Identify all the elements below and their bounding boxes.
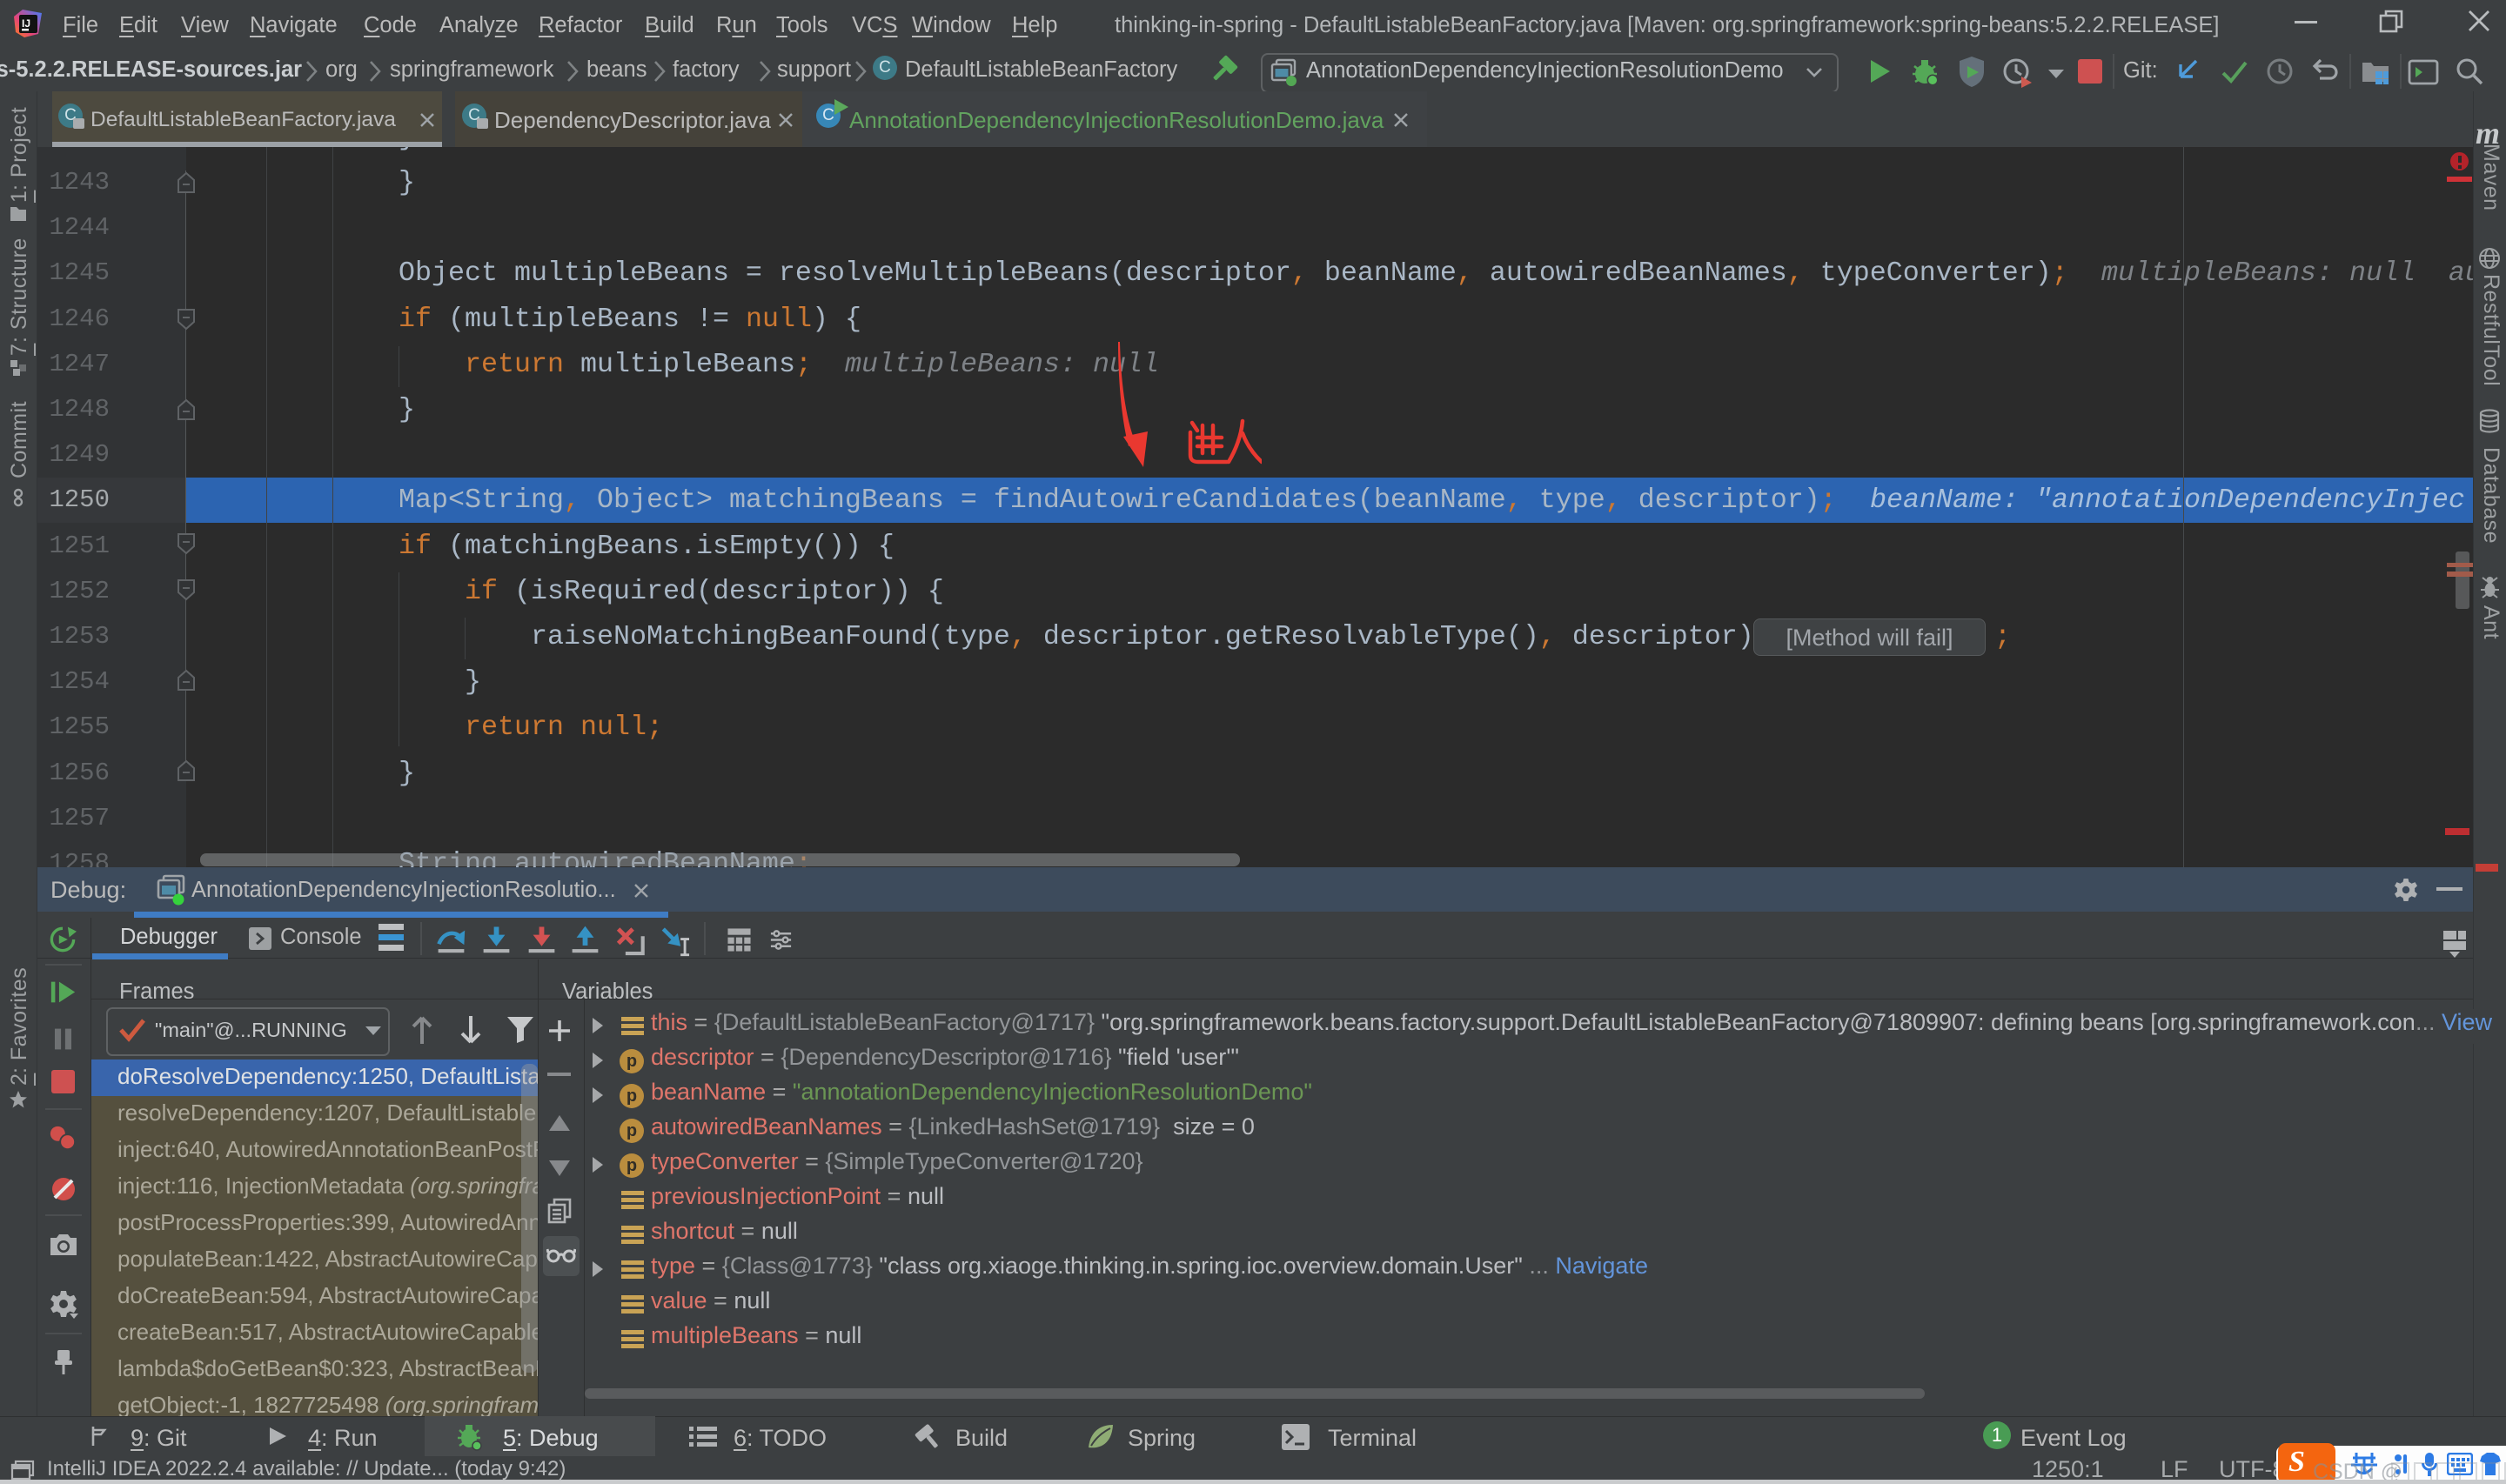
svg-text:IJ: IJ bbox=[22, 17, 30, 30]
